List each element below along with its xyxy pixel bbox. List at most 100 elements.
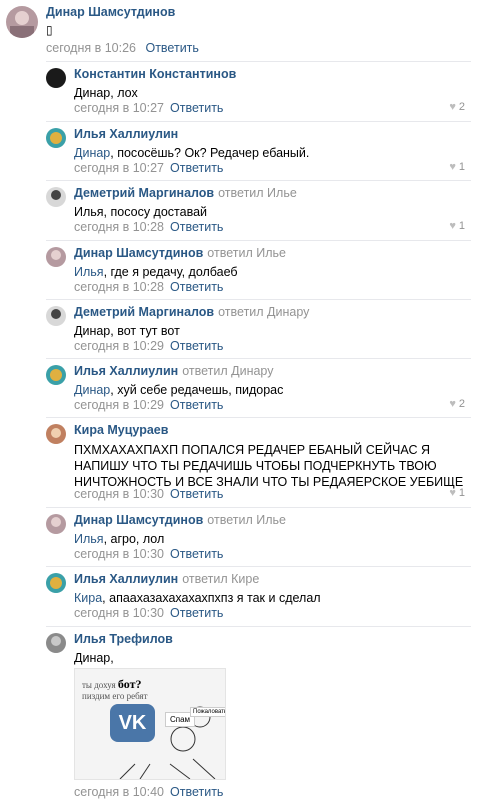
reply-time[interactable]: сегодня в 10:28 <box>74 220 164 234</box>
heart-icon: ♥ <box>449 220 456 232</box>
reply-button[interactable]: Ответить <box>170 339 223 353</box>
divider <box>46 299 471 300</box>
avatar[interactable] <box>46 573 66 593</box>
mention-link[interactable]: Илья <box>74 532 104 546</box>
reply-time[interactable]: сегодня в 10:28 <box>74 280 164 294</box>
divider <box>46 566 471 567</box>
reply-author-name[interactable]: Деметрий Маргиналов <box>74 186 214 200</box>
reply-author: Деметрий Маргиналов ответил Динару <box>74 305 309 319</box>
reply-button[interactable]: Ответить <box>170 280 223 294</box>
comment-author[interactable]: Динар Шамсутдинов <box>46 5 175 19</box>
complain-label: Пожаловаться <box>190 707 225 717</box>
divider <box>46 61 471 62</box>
avatar[interactable] <box>46 128 66 148</box>
reply-author: Деметрий Маргиналов ответил Илье <box>74 186 297 200</box>
reply-button[interactable]: Ответить <box>170 398 223 412</box>
divider <box>46 626 471 627</box>
like-button[interactable]: ♥ 1 <box>449 487 465 499</box>
like-button[interactable]: ♥ 2 <box>449 101 465 113</box>
reply-author-name[interactable]: Деметрий Маргиналов <box>74 305 214 319</box>
comment-meta: сегодня в 10:26 Ответить <box>46 41 199 55</box>
reply-author-name[interactable]: Илья Халлиулин <box>74 572 178 586</box>
reply-text: Динар, хуй себе редачешь, пидорас <box>74 383 284 397</box>
avatar[interactable] <box>46 247 66 267</box>
reply-button[interactable]: Ответить <box>170 220 223 234</box>
reply-meta: сегодня в 10:28 Ответить <box>74 280 223 294</box>
reply-author-name[interactable]: Илья Трефилов <box>74 632 173 646</box>
reply-author-name[interactable]: Динар Шамсутдинов <box>74 246 203 260</box>
attached-image[interactable]: ты дохуя бот? пиздим его ребят VK Спам П… <box>74 668 226 780</box>
reply-time[interactable]: сегодня в 10:40 <box>74 785 164 799</box>
avatar[interactable] <box>46 68 66 88</box>
avatar[interactable] <box>6 6 38 38</box>
reply-time[interactable]: сегодня в 10:30 <box>74 606 164 620</box>
reply-button[interactable]: Ответить <box>145 41 198 55</box>
replied-to[interactable]: ответил Динару <box>182 364 273 378</box>
replied-to[interactable]: ответил Илье <box>218 186 297 200</box>
replied-to[interactable]: ответил Илье <box>207 246 286 260</box>
reply-author: Илья Халлиулин <box>74 127 178 141</box>
avatar[interactable] <box>46 424 66 444</box>
divider <box>46 180 471 181</box>
reply-author-name[interactable]: Илья Халлиулин <box>74 127 178 141</box>
mention-link[interactable]: Кира <box>74 591 102 605</box>
reply-time[interactable]: сегодня в 10:29 <box>74 398 164 412</box>
reply-text: Динар, лох <box>74 86 138 100</box>
reply-author-name[interactable]: Кира Муцураев <box>74 423 168 437</box>
replied-to[interactable]: ответил Динару <box>218 305 309 319</box>
replied-to[interactable]: ответил Кире <box>182 572 259 586</box>
reply-button[interactable]: Ответить <box>170 606 223 620</box>
like-button[interactable]: ♥ 2 <box>449 398 465 410</box>
reply-text: Илья, где я редачу, долбаеб <box>74 265 238 279</box>
reply-time[interactable]: сегодня в 10:30 <box>74 487 164 501</box>
like-count: 1 <box>458 487 465 499</box>
reply-meta: сегодня в 10:40 Ответить <box>74 785 223 799</box>
reply-text: Илья, агро, лол <box>74 532 165 546</box>
avatar[interactable] <box>46 633 66 653</box>
mention-link[interactable]: Динар <box>74 383 110 397</box>
reply-button[interactable]: Ответить <box>170 101 223 115</box>
avatar[interactable] <box>46 514 66 534</box>
like-button[interactable]: ♥ 1 <box>449 161 465 173</box>
reply-author: Илья Трефилов <box>74 632 173 646</box>
reply-button[interactable]: Ответить <box>170 547 223 561</box>
reply-time[interactable]: сегодня в 10:29 <box>74 339 164 353</box>
avatar[interactable] <box>46 187 66 207</box>
mention-link[interactable]: Илья <box>74 265 104 279</box>
avatar[interactable] <box>46 306 66 326</box>
heart-icon: ♥ <box>449 398 456 410</box>
like-button[interactable]: ♥ 1 <box>449 220 465 232</box>
reply-button[interactable]: Ответить <box>170 487 223 501</box>
reply-meta: сегодня в 10:29 Ответить <box>74 398 223 412</box>
reply-author-name[interactable]: Динар Шамсутдинов <box>74 513 203 527</box>
divider <box>46 507 471 508</box>
divider <box>46 240 471 241</box>
reply-meta: сегодня в 10:28 Ответить <box>74 220 223 234</box>
divider <box>46 121 471 122</box>
reply-button[interactable]: Ответить <box>170 785 223 799</box>
reply-author: Илья Халлиулин ответил Динару <box>74 364 273 378</box>
comment-time[interactable]: сегодня в 10:26 <box>46 41 136 55</box>
reply-time[interactable]: сегодня в 10:30 <box>74 547 164 561</box>
reply-author: Константин Константинов <box>74 67 236 81</box>
reply-text: Динар, пососёшь? Ок? Редачер ебаный. <box>74 146 310 160</box>
like-count: 1 <box>458 161 465 173</box>
reply-author-name[interactable]: Константин Константинов <box>74 67 236 81</box>
mention-link[interactable]: Динар <box>74 146 110 160</box>
replied-to[interactable]: ответил Илье <box>207 513 286 527</box>
reply-time[interactable]: сегодня в 10:27 <box>74 101 164 115</box>
heart-icon: ♥ <box>449 487 456 499</box>
reply-text: ПХМХАХАХПАХП ПОПАЛСЯ РЕДАЧЕР ЕБАНЫЙ СЕЙЧ… <box>74 443 464 489</box>
comment-text: ▯ <box>46 23 53 37</box>
reply-author-name[interactable]: Илья Халлиулин <box>74 364 178 378</box>
reply-text: Динар, <box>74 651 114 665</box>
divider <box>46 417 471 418</box>
vk-logo-icon: VK <box>110 704 155 742</box>
reply-time[interactable]: сегодня в 10:27 <box>74 161 164 175</box>
avatar[interactable] <box>46 365 66 385</box>
like-count: 2 <box>458 398 465 410</box>
heart-icon: ♥ <box>449 101 456 113</box>
reply-button[interactable]: Ответить <box>170 161 223 175</box>
like-count: 2 <box>458 101 465 113</box>
reply-text: Кира, апаахазахахахахпхпз я так и сделал <box>74 591 321 605</box>
